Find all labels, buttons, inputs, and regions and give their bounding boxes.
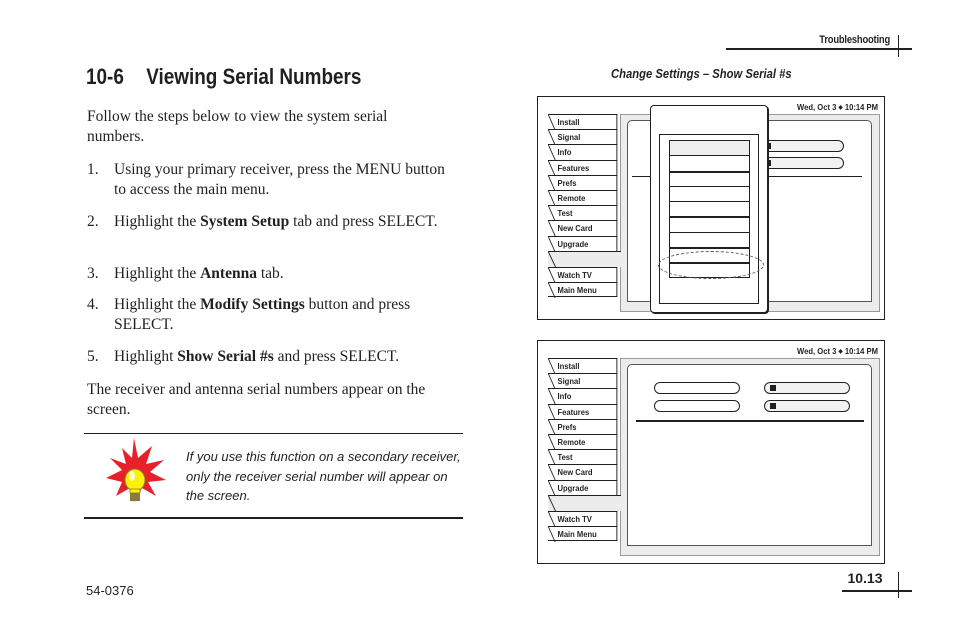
tab-spacer [548, 494, 621, 511]
tab-prefs[interactable]: Prefs [548, 174, 618, 190]
step-5: 5. Highlight Show Serial #s and press SE… [87, 347, 457, 367]
divider [636, 420, 864, 422]
step-text: tab. [256, 265, 284, 282]
document-number: 54-0376 [86, 583, 134, 598]
tab-prefs[interactable]: Prefs [548, 418, 618, 434]
step-4: 4. Highlight the Modify Settings button … [87, 295, 457, 335]
antenna-serial-field [764, 400, 850, 412]
step-1: 1. Using your primary receiver, press th… [87, 160, 457, 200]
tab-remote[interactable]: Remote [548, 189, 618, 206]
tab-new-card[interactable]: New Card [548, 464, 618, 480]
popup-item[interactable] [669, 231, 750, 248]
section-number: 10-6 [86, 64, 124, 89]
step-text: tab and press SELECT. [289, 213, 438, 230]
step-number: 5. [87, 348, 99, 365]
tab-new-card[interactable]: New Card [548, 220, 618, 236]
tab-main-menu[interactable]: Main Menu [548, 526, 618, 542]
step-number: 4. [87, 296, 99, 313]
step-keyword: Show Serial #s [177, 348, 274, 365]
step-keyword: System Setup [200, 213, 290, 230]
date: Wed, Oct 3 [796, 346, 837, 356]
tab-remote[interactable]: Remote [548, 433, 618, 450]
section-header: Troubleshooting [819, 34, 890, 46]
date: Wed, Oct 3 [796, 102, 837, 112]
intro-paragraph: Follow the steps below to view the syste… [87, 108, 388, 145]
step-text: Highlight the [114, 265, 201, 282]
tab-test[interactable]: Test [548, 449, 618, 465]
tab-list: Install Signal Info Features Prefs Remote Test… [548, 114, 621, 298]
highlight-marker [658, 251, 764, 279]
tab-list: Install Signal Info Features Prefs Remote Test… [548, 358, 621, 542]
popup-item[interactable] [669, 201, 750, 217]
serial-field [762, 140, 844, 152]
content-inner-panel [627, 364, 872, 546]
tab-test[interactable]: Test [548, 205, 618, 221]
step-keyword: Modify Settings [200, 296, 305, 313]
screen-serial-numbers: Wed, Oct 3 ◆ 10:14 PM Install Signal Info F… [537, 340, 885, 564]
time: 10:14 PM [844, 346, 878, 356]
footer-rule [842, 590, 912, 592]
tab-features[interactable]: Features [548, 403, 618, 419]
field-marker [770, 385, 776, 391]
receiver-label-field [654, 382, 740, 394]
step-text: Highlight the [114, 213, 201, 230]
tab-watch-tv[interactable]: Watch TV [548, 510, 618, 527]
tab-info[interactable]: Info [548, 388, 618, 404]
separator-dot: ◆ [838, 349, 843, 355]
tip-bottom-rule [84, 517, 463, 519]
time: 10:14 PM [844, 102, 878, 112]
field-marker [770, 403, 776, 409]
popup-item[interactable] [669, 185, 750, 202]
header-tick [898, 35, 899, 57]
step-number: 1. [87, 161, 99, 178]
tab-watch-tv[interactable]: Watch TV [548, 266, 618, 283]
settings-popup [650, 105, 768, 313]
step-text: Using your primary receiver, press the M… [114, 161, 445, 198]
lightbulb-burst-icon [104, 436, 168, 512]
popup-item[interactable] [669, 170, 750, 186]
tab-install[interactable]: Install [548, 358, 618, 374]
date-time: Wed, Oct 3 ◆ 10:14 PM [797, 346, 878, 356]
step-2: 2. Highlight the System Setup tab and pr… [87, 212, 457, 232]
tab-signal[interactable]: Signal [548, 129, 618, 145]
page-title: 10-6 Viewing Serial Numbers [86, 64, 361, 90]
tab-spacer [548, 250, 621, 267]
popup-item[interactable] [669, 155, 750, 171]
header-rule [726, 48, 912, 50]
tip-text: If you use this function on a secondary … [186, 449, 461, 503]
step-keyword: Antenna [200, 265, 257, 282]
tab-upgrade[interactable]: Upgrade [548, 235, 618, 251]
step-text: and press SELECT. [273, 348, 400, 365]
separator-dot: ◆ [838, 105, 843, 111]
step-number: 2. [87, 213, 99, 230]
serial-field [762, 157, 844, 169]
step-text: Highlight [114, 348, 178, 365]
tab-install[interactable]: Install [548, 114, 618, 130]
receiver-serial-field [764, 382, 850, 394]
screen-with-popup: Wed, Oct 3 ◆ 10:14 PM Install Signal Info F… [537, 96, 885, 320]
tab-features[interactable]: Features [548, 159, 618, 175]
tab-main-menu[interactable]: Main Menu [548, 282, 618, 298]
popup-item[interactable] [669, 216, 750, 232]
popup-item[interactable] [669, 140, 750, 156]
date-time: Wed, Oct 3 ◆ 10:14 PM [797, 102, 878, 112]
step-text: Highlight the [114, 296, 201, 313]
tab-info[interactable]: Info [548, 144, 618, 160]
section-title: Viewing Serial Numbers [146, 64, 362, 89]
outro-paragraph: The receiver and antenna serial numbers … [87, 381, 426, 418]
step-number: 3. [87, 265, 99, 282]
footer-tick [898, 572, 899, 598]
step-3: 3. Highlight the Antenna tab. [87, 264, 457, 284]
antenna-label-field [654, 400, 740, 412]
tab-signal[interactable]: Signal [548, 373, 618, 389]
page-number: 10.13 [847, 570, 883, 586]
tip-top-rule [84, 433, 463, 434]
tab-upgrade[interactable]: Upgrade [548, 479, 618, 495]
figure-caption: Change Settings – Show Serial #s [611, 67, 792, 81]
